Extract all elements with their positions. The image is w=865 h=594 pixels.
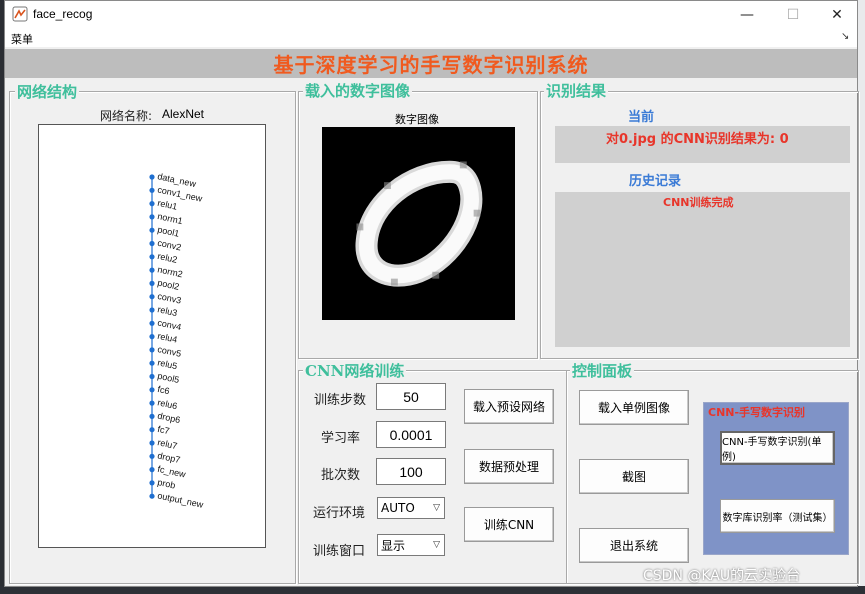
exit-system-button[interactable]: 退出系统 bbox=[579, 528, 689, 563]
environment-label: 运行环境 bbox=[313, 506, 366, 521]
layer-node bbox=[149, 334, 155, 340]
layer-node bbox=[149, 413, 155, 419]
digit-zero-image bbox=[322, 127, 515, 320]
layer-label: fc6 bbox=[157, 384, 171, 396]
layer-node bbox=[149, 187, 155, 193]
layer-node bbox=[149, 440, 155, 446]
layer-node bbox=[149, 480, 155, 486]
layer-node bbox=[149, 427, 155, 433]
window-title: face_recog bbox=[33, 7, 93, 21]
menu-item[interactable]: 菜单 bbox=[11, 31, 33, 47]
layer-label: output_new bbox=[157, 490, 205, 510]
history-box bbox=[555, 192, 850, 347]
chevron-down-icon: ▽ bbox=[433, 540, 440, 550]
cnn-single-recognition-button[interactable]: CNN-手写数字识别(单例) bbox=[720, 431, 835, 465]
network-layer-graph: data_newconv1_newrelu1norm1pool1conv2rel… bbox=[149, 171, 205, 510]
layer-node bbox=[149, 400, 155, 406]
test-set-accuracy-button[interactable]: 数字库识别率（测试集） bbox=[720, 499, 835, 533]
layer-label: fc7 bbox=[157, 424, 171, 436]
layer-node bbox=[149, 347, 155, 353]
network-name-label: 网络名称: bbox=[100, 109, 153, 123]
training-window-label: 训练窗口 bbox=[313, 544, 366, 559]
layer-label: conv4 bbox=[157, 317, 183, 332]
desktop-taskbar-strip bbox=[0, 586, 865, 594]
steps-label: 训练步数 bbox=[314, 393, 367, 408]
load-preset-network-button[interactable]: 载入预设网络 bbox=[464, 389, 554, 424]
layer-label: drop7 bbox=[157, 450, 182, 465]
batch-input[interactable]: 100 bbox=[376, 458, 446, 485]
layer-label: relu6 bbox=[157, 397, 179, 411]
layer-label: drop6 bbox=[157, 411, 182, 426]
network-panel-title: 网络结构 bbox=[15, 83, 80, 101]
layer-node bbox=[149, 373, 155, 380]
environment-select[interactable]: AUTO ▽ bbox=[377, 497, 445, 519]
minimize-button[interactable]: — bbox=[725, 1, 769, 29]
layer-label: relu1 bbox=[157, 198, 179, 212]
matlab-app-icon bbox=[12, 6, 28, 22]
chevron-down-icon: ▽ bbox=[433, 503, 440, 513]
layer-node bbox=[149, 267, 155, 273]
close-button[interactable]: ✕ bbox=[815, 1, 859, 29]
image-axes-title: 数字图像 bbox=[395, 113, 439, 126]
layer-node bbox=[149, 307, 155, 313]
layer-label: conv5 bbox=[157, 344, 183, 359]
layer-label: pool1 bbox=[157, 224, 181, 238]
cnn-recognition-panel-title: CNN-手写数字识别 bbox=[706, 404, 808, 420]
learning-rate-label: 学习率 bbox=[321, 431, 361, 446]
layer-node bbox=[149, 320, 155, 326]
layer-node bbox=[149, 214, 155, 220]
layer-node bbox=[149, 294, 155, 300]
history-label: 历史记录 bbox=[629, 174, 682, 189]
csdn-watermark: CSDN @KAU的云实验台 bbox=[643, 568, 801, 584]
layer-label: relu5 bbox=[157, 357, 179, 371]
layer-node bbox=[149, 467, 155, 473]
layer-node bbox=[149, 254, 155, 260]
layer-node bbox=[149, 201, 155, 207]
digit-image bbox=[322, 127, 515, 320]
result-panel-title: 识别结果 bbox=[544, 82, 609, 100]
current-result-text: 对0.jpg 的CNN识别结果为: 0 bbox=[606, 132, 789, 147]
training-window-select-value: 显示 bbox=[381, 538, 406, 553]
layer-label: prob bbox=[157, 477, 177, 491]
layer-label: relu7 bbox=[157, 437, 179, 451]
layer-node bbox=[149, 493, 155, 499]
maximize-button[interactable]: ☐ bbox=[771, 1, 815, 29]
app-banner: 基于深度学习的手写数字识别系统 bbox=[5, 49, 857, 78]
layer-label: pool5 bbox=[157, 371, 181, 385]
batch-label: 批次数 bbox=[321, 468, 361, 483]
learning-rate-input[interactable]: 0.0001 bbox=[376, 421, 446, 448]
menu-bar bbox=[5, 29, 857, 47]
network-name-value: AlexNet bbox=[162, 107, 205, 121]
data-preprocess-button[interactable]: 数据预处理 bbox=[464, 449, 554, 484]
title-bar: face_recog — ☐ ✕ bbox=[5, 1, 857, 29]
layer-label: relu3 bbox=[157, 304, 179, 318]
layer-node bbox=[149, 227, 155, 233]
history-text: CNN训练完成 bbox=[663, 196, 734, 209]
layer-node bbox=[149, 280, 155, 286]
steps-input[interactable]: 50 bbox=[376, 383, 446, 410]
layer-label: conv2 bbox=[157, 238, 183, 253]
app-window: face_recog — ☐ ✕ 菜单 ↘ 基于深度学习的手写数字识别系统 网络… bbox=[4, 0, 859, 587]
screenshot-button[interactable]: 截图 bbox=[579, 459, 689, 494]
control-panel-title: 控制面板 bbox=[570, 362, 635, 380]
banner-title: 基于深度学习的手写数字识别系统 bbox=[273, 53, 589, 77]
layer-label: conv3 bbox=[157, 291, 183, 306]
network-graph-axes: data_new conv1_new relu1 norm1 pool1 conv2 rel… bbox=[38, 124, 266, 548]
layer-node bbox=[149, 240, 155, 247]
layer-node bbox=[149, 174, 155, 180]
layer-node bbox=[149, 453, 155, 459]
train-cnn-button[interactable]: 训练CNN bbox=[464, 507, 554, 542]
current-result-label: 当前 bbox=[628, 110, 655, 125]
menu-overflow-icon[interactable]: ↘ bbox=[841, 31, 849, 42]
load-single-image-button[interactable]: 载入单例图像 bbox=[579, 390, 689, 425]
layer-label: relu2 bbox=[157, 251, 179, 265]
layer-label: relu4 bbox=[157, 331, 179, 345]
environment-select-value: AUTO bbox=[381, 501, 415, 515]
layer-node bbox=[149, 360, 155, 366]
training-panel-title: CNN网络训练 bbox=[303, 362, 407, 380]
layer-node bbox=[149, 387, 155, 393]
layer-label: pool2 bbox=[157, 278, 181, 292]
image-panel-title: 载入的数字图像 bbox=[303, 82, 413, 100]
training-window-select[interactable]: 显示 ▽ bbox=[377, 534, 445, 556]
